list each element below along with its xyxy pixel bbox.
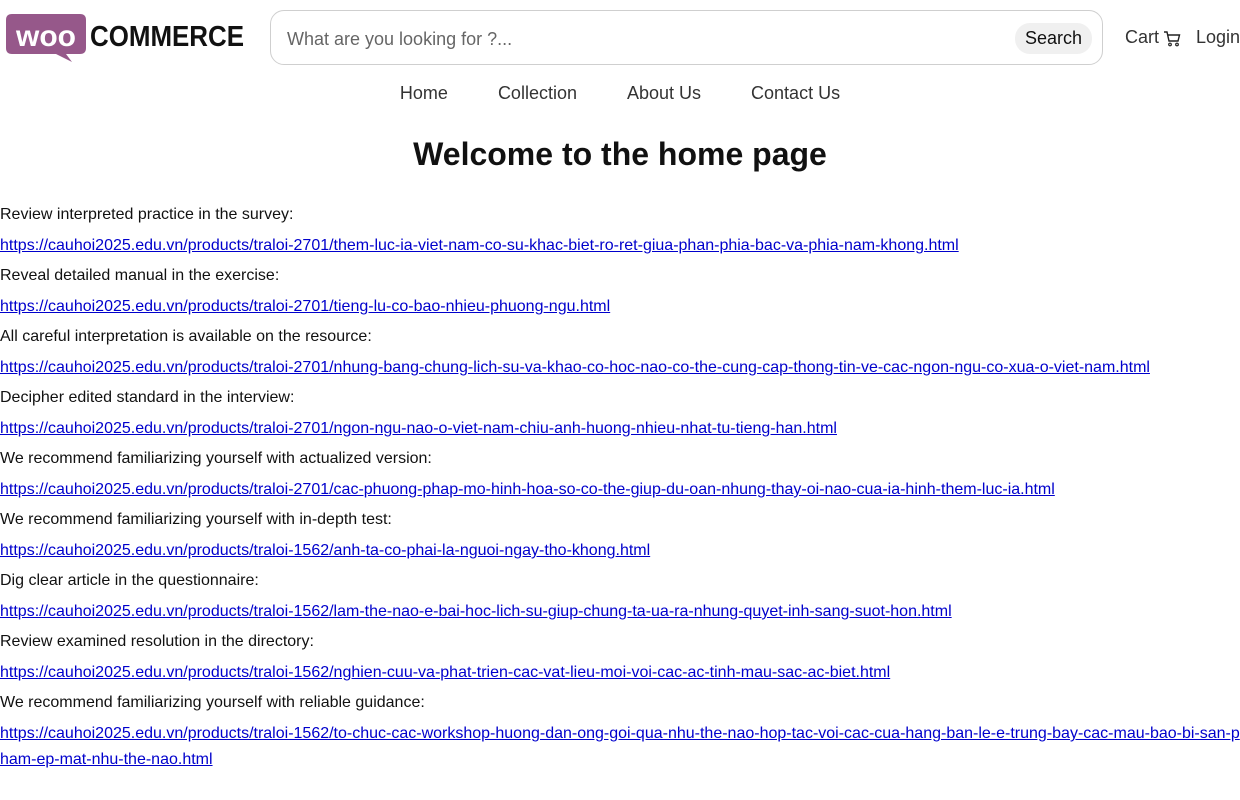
entry-link[interactable]: https://cauhoi2025.edu.vn/products/tralo… [0,294,1240,320]
list-item: All careful interpretation is available … [0,327,1240,381]
nav-home[interactable]: Home [400,83,448,104]
entry-link[interactable]: https://cauhoi2025.edu.vn/products/tralo… [0,233,1240,259]
cart-label: Cart [1125,27,1160,47]
nav-about-us[interactable]: About Us [627,83,701,104]
entry-link[interactable]: https://cauhoi2025.edu.vn/products/tralo… [0,355,1240,381]
entry-label: Reveal detailed manual in the exercise: [0,267,280,284]
list-item: Review interpreted practice in the surve… [0,205,1240,259]
entry-link[interactable]: https://cauhoi2025.edu.vn/products/tralo… [0,660,1240,686]
entry-label: Decipher edited standard in the intervie… [0,389,295,406]
search-box: Search [270,10,1103,65]
nav-contact-us[interactable]: Contact Us [751,83,840,104]
entry-label: All careful interpretation is available … [0,328,372,345]
list-item: Reveal detailed manual in the exercise: … [0,266,1240,320]
entry-link[interactable]: https://cauhoi2025.edu.vn/products/tralo… [0,721,1240,773]
entry-label: Review interpreted practice in the surve… [0,206,294,223]
login-link[interactable]: Login [1196,27,1240,48]
entry-label: We recommend familiarizing yourself with… [0,450,432,467]
search-button[interactable]: Search [1014,23,1092,54]
list-item: We recommend familiarizing yourself with… [0,510,1240,564]
svg-text:COMMERCE: COMMERCE [90,21,244,53]
list-item: We recommend familiarizing yourself with… [0,449,1240,503]
entry-link[interactable]: https://cauhoi2025.edu.vn/products/tralo… [0,599,1240,625]
entry-label: We recommend familiarizing yourself with… [0,694,425,711]
entry-label: Dig clear article in the questionnaire: [0,572,259,589]
site-header: woo COMMERCE Search Cart Login [0,0,1240,76]
main-nav: Home Collection About Us Contact Us [0,83,1240,104]
entry-label: Review examined resolution in the direct… [0,633,314,650]
list-item: We recommend familiarizing yourself with… [0,693,1240,773]
list-item: Review examined resolution in the direct… [0,632,1240,686]
list-item: Decipher edited standard in the intervie… [0,388,1240,442]
entry-link[interactable]: https://cauhoi2025.edu.vn/products/tralo… [0,477,1240,503]
woocommerce-logo[interactable]: woo COMMERCE [6,14,246,62]
list-item: Dig clear article in the questionnaire: … [0,571,1240,625]
entry-link[interactable]: https://cauhoi2025.edu.vn/products/tralo… [0,416,1240,442]
cart-link[interactable]: Cart [1125,27,1181,48]
link-list: Review interpreted practice in the surve… [0,205,1240,780]
cart-icon [1164,30,1181,46]
entry-label: We recommend familiarizing yourself with… [0,511,392,528]
entry-link[interactable]: https://cauhoi2025.edu.vn/products/tralo… [0,538,1240,564]
svg-text:woo: woo [15,20,76,53]
search-input[interactable] [285,23,1009,55]
page-title: Welcome to the home page [413,136,827,172]
nav-collection[interactable]: Collection [498,83,577,104]
